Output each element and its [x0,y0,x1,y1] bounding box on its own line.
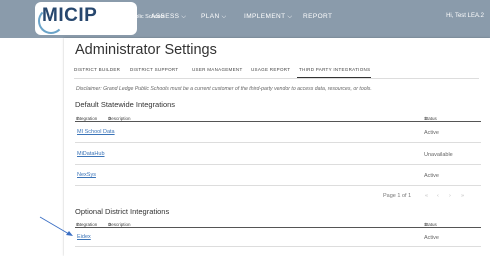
annotation-arrow [39,216,73,236]
